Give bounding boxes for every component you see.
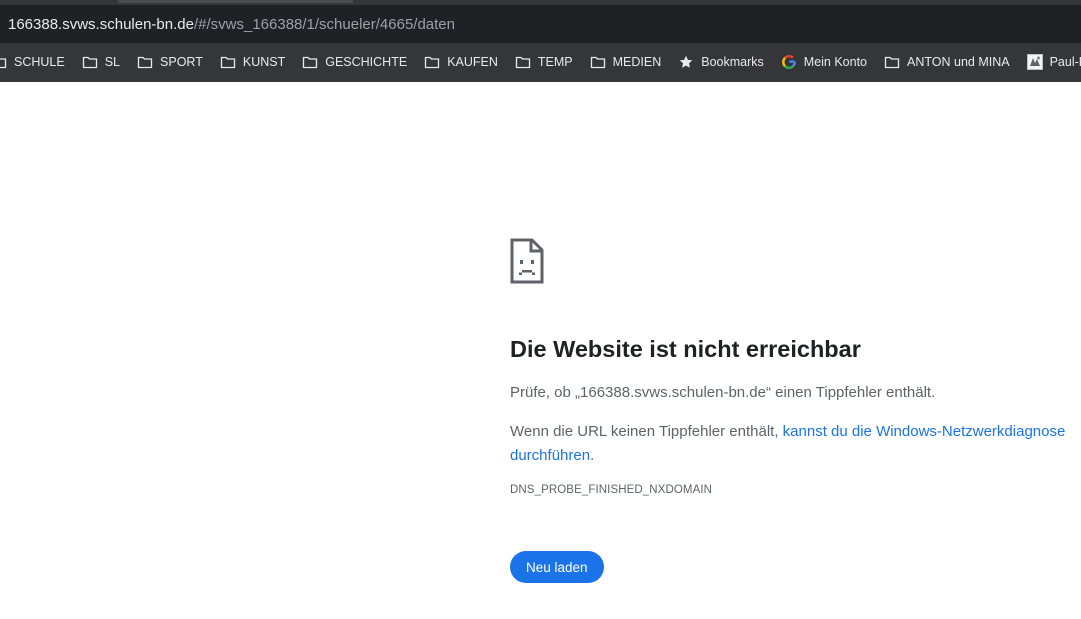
folder-icon: [0, 54, 7, 70]
bookmark-kaufen[interactable]: KAUFEN: [416, 48, 507, 76]
active-tab-edge: [118, 0, 353, 3]
bookmark-label: TEMP: [537, 54, 573, 69]
bookmark-geschichte[interactable]: GESCHICHTE: [294, 48, 416, 76]
error-hint: Wenn die URL keinen Tippfehler enthält, …: [510, 420, 1070, 468]
error-code: DNS_PROBE_FINISHED_NXDOMAIN: [510, 484, 713, 496]
bookmark-bookmarks[interactable]: Bookmarks: [670, 48, 773, 76]
bookmark-medien[interactable]: MEDIEN: [582, 48, 671, 76]
bookmark-label: Bookmarks: [701, 54, 764, 69]
site-favicon-icon: [1026, 53, 1043, 70]
sad-document-icon: [510, 238, 544, 284]
bookmark-label: ANTON und MINA: [907, 54, 1010, 69]
address-bar[interactable]: 166388.svws.schulen-bn.de/#/svws_166388/…: [0, 5, 1081, 43]
url-path: /#/svws_166388/1/schueler/4665/daten: [193, 15, 455, 33]
google-icon: [781, 54, 797, 70]
error-hint-prefix: Wenn die URL keinen Tippfehler enthält,: [510, 423, 783, 440]
bookmark-label: SCHULE: [14, 54, 65, 69]
folder-icon: [137, 54, 153, 70]
bookmark-label: KAUFEN: [447, 54, 498, 69]
bookmarks-bar: SCHULE SL SPORT KUNST GESCHICHTE KAUFEN …: [0, 43, 1081, 80]
folder-icon: [302, 54, 318, 70]
error-check-text: Prüfe, ob „166388.svws.schulen-bn.de“ ei…: [510, 384, 936, 401]
url-host: 166388.svws.schulen-bn.de: [8, 15, 194, 33]
bookmark-label: GESCHICHTE: [325, 54, 408, 69]
error-title: Die Website ist nicht erreichbar: [510, 336, 861, 362]
bookmark-label: KUNST: [242, 54, 286, 69]
bookmark-label: SPORT: [160, 54, 203, 69]
bookmark-label: MEDIEN: [612, 54, 662, 69]
folder-icon: [515, 54, 531, 70]
folder-icon: [424, 54, 440, 70]
bookmark-label: Paul-Klee-Gymn: [1049, 54, 1081, 69]
bookmark-mein-konto[interactable]: Mein Konto: [773, 48, 876, 76]
bookmark-sport[interactable]: SPORT: [129, 48, 212, 76]
error-page: Die Website ist nicht erreichbar Prüfe, …: [510, 238, 1070, 583]
folder-icon: [220, 54, 236, 70]
bookmark-label: Mein Konto: [803, 54, 868, 69]
browser-toolbar: 166388.svws.schulen-bn.de/#/svws_166388/…: [0, 0, 1081, 82]
bookmark-label: SL: [104, 54, 121, 69]
bookmark-anton-und-mina[interactable]: ANTON und MINA: [876, 48, 1019, 76]
bookmark-paul-klee-gymn[interactable]: Paul-Klee-Gymn: [1019, 48, 1081, 76]
bookmark-temp[interactable]: TEMP: [507, 48, 582, 76]
error-hint-suffix: .: [590, 447, 595, 464]
bookmark-schule[interactable]: SCHULE: [0, 48, 74, 76]
folder-icon: [884, 54, 900, 70]
folder-icon: [82, 54, 98, 70]
folder-icon: [590, 54, 606, 70]
star-icon: [678, 54, 694, 70]
reload-button[interactable]: Neu laden: [510, 551, 604, 583]
bookmark-sl[interactable]: SL: [74, 48, 129, 76]
bookmark-kunst[interactable]: KUNST: [212, 48, 294, 76]
